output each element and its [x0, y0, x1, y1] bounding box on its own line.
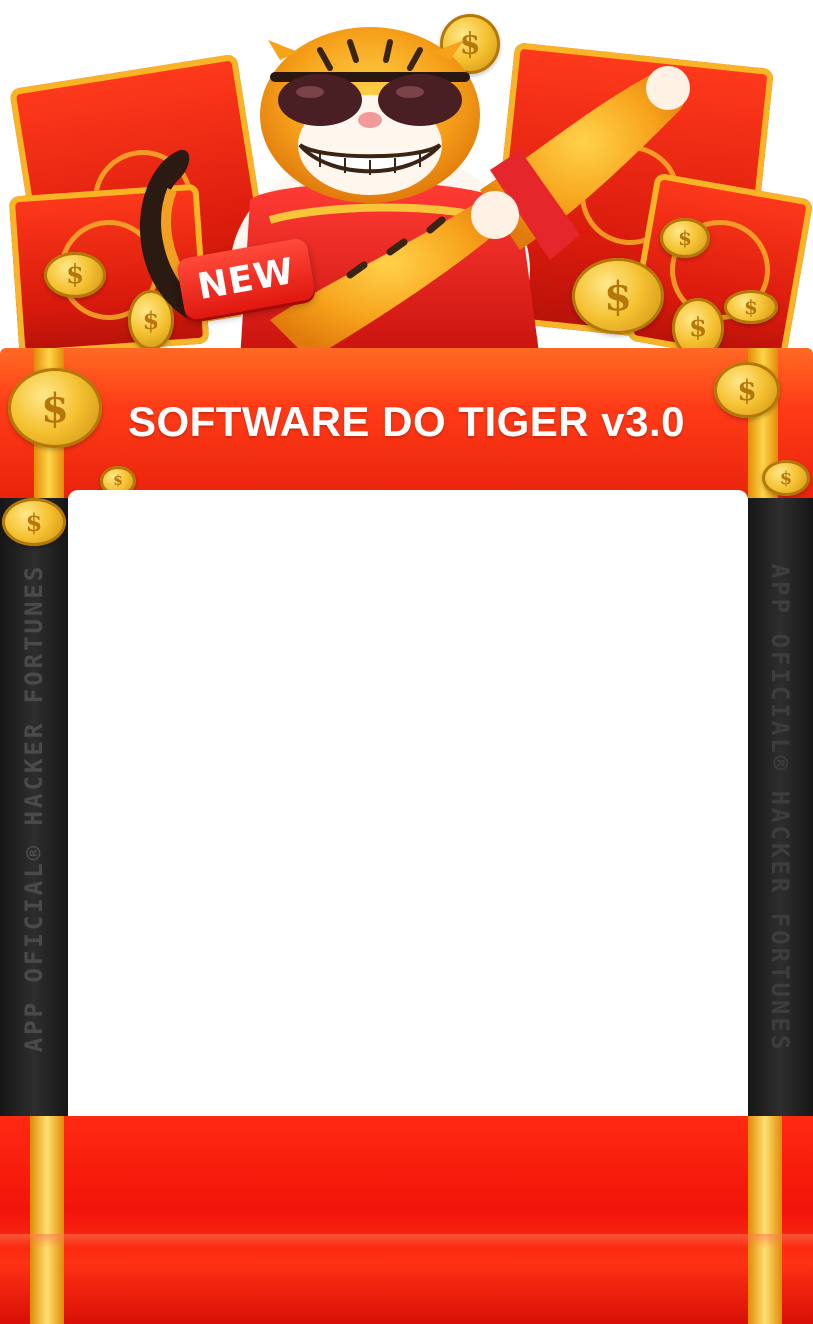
hero-artwork: $ $ $ $ $ $ $ NEW	[0, 0, 813, 360]
rail-watermark-text: APP OFICIAL® HACKER FORTUNES	[20, 563, 48, 1053]
content-panel[interactable]	[68, 490, 748, 1128]
gold-coin-icon: $	[724, 290, 778, 324]
gold-stripe	[748, 1116, 782, 1324]
gold-coin-icon: $	[762, 460, 810, 496]
bottom-base	[0, 1116, 813, 1324]
right-side-rail: APP OFICIAL® HACKER FORTUNES	[748, 498, 813, 1118]
gold-coin-icon: $	[44, 252, 106, 298]
page-title: SOFTWARE DO TIGER v3.0	[127, 398, 686, 445]
left-side-rail: APP OFICIAL® HACKER FORTUNES	[0, 498, 68, 1118]
base-highlight	[0, 1234, 813, 1248]
gold-coin-icon: $	[2, 498, 66, 546]
gold-stripe	[30, 1116, 64, 1324]
rail-watermark-text: APP OFICIAL® HACKER FORTUNES	[766, 563, 794, 1053]
